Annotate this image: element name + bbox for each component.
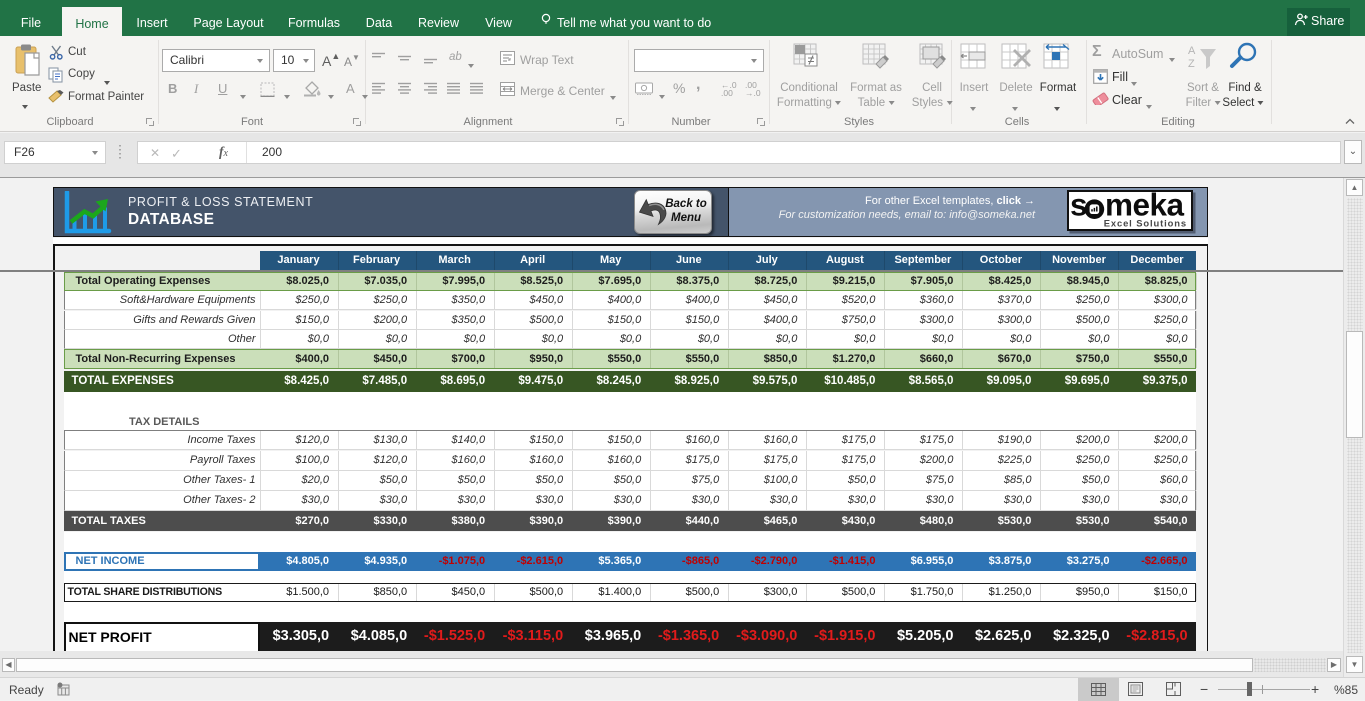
svg-text:s: s <box>1070 192 1087 223</box>
svg-text:Excel Solutions: Excel Solutions <box>1104 218 1187 229</box>
svg-text:A: A <box>1188 45 1196 57</box>
svg-text:Z: Z <box>1188 58 1195 70</box>
